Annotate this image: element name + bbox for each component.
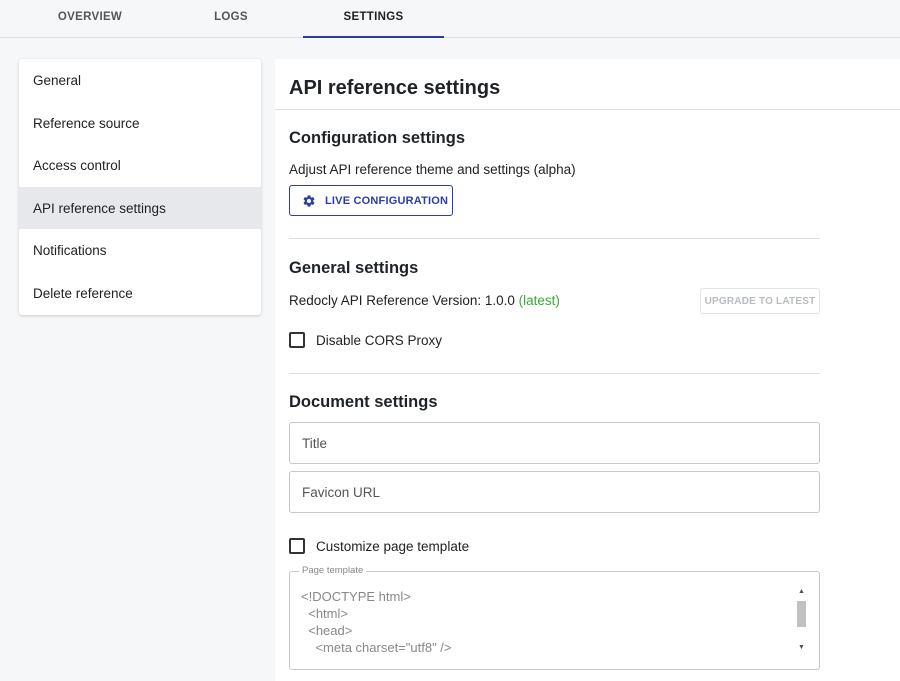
settings-sidebar: General Reference source Access control … <box>19 59 261 315</box>
code-line: <head> <box>301 623 353 638</box>
general-settings-heading: General settings <box>289 259 419 277</box>
tab-logs[interactable]: LOGS <box>185 0 277 38</box>
page-template-textarea[interactable]: Page template <!DOCTYPE html> <html> <he… <box>289 565 820 670</box>
document-settings-heading: Document settings <box>289 393 438 411</box>
section-divider <box>289 238 820 239</box>
title-divider <box>275 109 900 110</box>
top-tab-bar: OVERVIEW LOGS SETTINGS <box>0 0 900 38</box>
page-template-legend: Page template <box>299 565 367 576</box>
favicon-url-input[interactable] <box>289 471 820 513</box>
live-configuration-label: LIVE CONFIGURATION <box>325 194 449 207</box>
tab-overview[interactable]: OVERVIEW <box>42 0 138 38</box>
title-input[interactable] <box>289 422 820 464</box>
scroll-up-arrow-icon[interactable]: ▲ <box>796 587 807 597</box>
sidebar-item-delete-reference[interactable]: Delete reference <box>19 272 261 315</box>
customize-page-template-option[interactable]: Customize page template <box>289 538 469 554</box>
customize-page-template-label: Customize page template <box>316 538 470 554</box>
version-label: Redocly API Reference Version: 1.0.0 <box>289 293 515 308</box>
version-status: (latest) <box>518 293 560 308</box>
disable-cors-proxy-checkbox[interactable] <box>289 332 305 348</box>
scrollbar-thumb[interactable] <box>797 601 806 627</box>
sidebar-item-general[interactable]: General <box>19 59 261 102</box>
sidebar-item-reference-source[interactable]: Reference source <box>19 102 261 145</box>
customize-page-template-checkbox[interactable] <box>289 538 305 554</box>
settings-panel: API reference settings Configuration set… <box>275 59 900 681</box>
code-line: <html> <box>301 606 348 621</box>
configuration-description: Adjust API reference theme and settings … <box>289 162 576 177</box>
version-text: Redocly API Reference Version: 1.0.0 (la… <box>289 293 560 308</box>
disable-cors-proxy-option[interactable]: Disable CORS Proxy <box>289 332 442 348</box>
template-scrollbar[interactable]: ▲ ▼ <box>796 587 807 657</box>
disable-cors-proxy-label: Disable CORS Proxy <box>316 332 443 348</box>
scroll-down-arrow-icon[interactable]: ▼ <box>796 643 807 653</box>
page-template-code: <!DOCTYPE html> <html> <head> <meta char… <box>301 588 452 656</box>
section-divider <box>289 373 820 374</box>
live-configuration-button[interactable]: LIVE CONFIGURATION <box>289 185 453 216</box>
configuration-settings-heading: Configuration settings <box>289 129 465 147</box>
upgrade-to-latest-button[interactable]: UPGRADE TO LATEST <box>700 288 820 314</box>
page-title: API reference settings <box>289 77 501 99</box>
code-line: <meta charset="utf8" /> <box>301 640 452 655</box>
sidebar-item-notifications[interactable]: Notifications <box>19 229 261 272</box>
code-line: <!DOCTYPE html> <box>301 589 411 604</box>
tab-settings[interactable]: SETTINGS <box>303 0 444 38</box>
gear-icon <box>303 194 315 207</box>
sidebar-item-access-control[interactable]: Access control <box>19 144 261 187</box>
sidebar-item-api-reference-settings[interactable]: API reference settings <box>19 186 261 229</box>
